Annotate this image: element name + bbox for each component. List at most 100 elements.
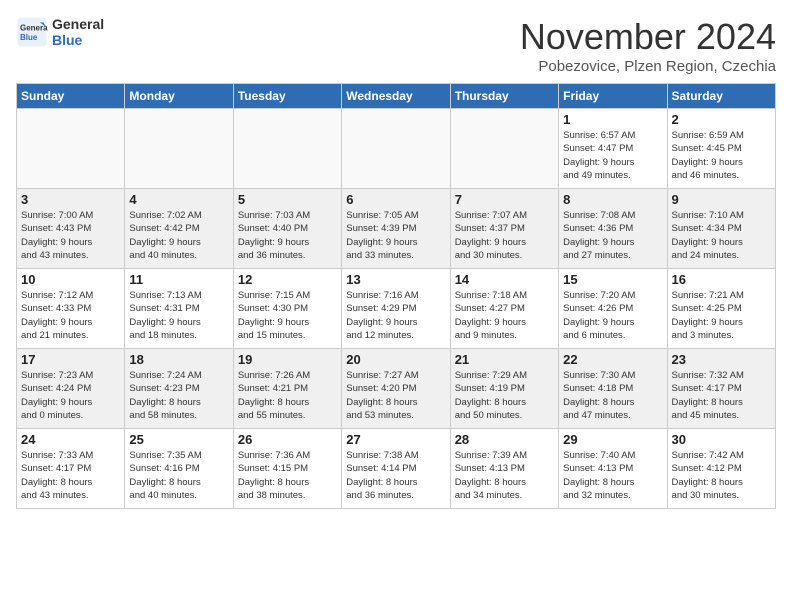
day-number: 10 [21,272,120,287]
day-number: 8 [563,192,662,207]
svg-text:Blue: Blue [20,33,38,42]
day-info: Sunrise: 7:05 AM Sunset: 4:39 PM Dayligh… [346,209,445,262]
logo: General Blue General Blue [16,16,104,48]
day-info: Sunrise: 7:30 AM Sunset: 4:18 PM Dayligh… [563,369,662,422]
calendar-cell: 22 Sunrise: 7:30 AM Sunset: 4:18 PM Dayli… [559,349,667,429]
day-number: 20 [346,352,445,367]
calendar-cell: 16 Sunrise: 7:21 AM Sunset: 4:25 PM Dayli… [667,269,775,349]
day-number: 26 [238,432,337,447]
day-number: 1 [563,112,662,127]
calendar-cell [450,109,558,189]
day-number: 12 [238,272,337,287]
calendar-cell: 29Sunrise: 7:40 AM Sunset: 4:13 PM Dayli… [559,429,667,509]
day-info: Sunrise: 7:10 AM Sunset: 4:34 PM Dayligh… [672,209,771,262]
weekday-header-friday: Friday [559,84,667,109]
day-info: Sunrise: 7:23 AM Sunset: 4:24 PM Dayligh… [21,369,120,422]
day-info: Sunrise: 6:57 AM Sunset: 4:47 PM Dayligh… [563,129,662,182]
calendar-cell: 27Sunrise: 7:38 AM Sunset: 4:14 PM Dayli… [342,429,450,509]
weekday-header-saturday: Saturday [667,84,775,109]
calendar-cell: 28Sunrise: 7:39 AM Sunset: 4:13 PM Dayli… [450,429,558,509]
logo-icon: General Blue [16,16,48,48]
day-info: Sunrise: 7:16 AM Sunset: 4:29 PM Dayligh… [346,289,445,342]
day-info: Sunrise: 7:21 AM Sunset: 4:25 PM Dayligh… [672,289,771,342]
title-block: November 2024 Pobezovice, Plzen Region, … [520,16,776,75]
calendar-cell [17,109,125,189]
weekday-header-sunday: Sunday [17,84,125,109]
calendar-cell: 14 Sunrise: 7:18 AM Sunset: 4:27 PM Dayli… [450,269,558,349]
day-number: 27 [346,432,445,447]
month-title: November 2024 [520,16,776,58]
calendar-cell: 25 Sunrise: 7:35 AM Sunset: 4:16 PM Dayli… [125,429,233,509]
calendar-cell: 13 Sunrise: 7:16 AM Sunset: 4:29 PM Dayli… [342,269,450,349]
day-info: Sunrise: 6:59 AM Sunset: 4:45 PM Dayligh… [672,129,771,182]
day-info: Sunrise: 7:18 AM Sunset: 4:27 PM Dayligh… [455,289,554,342]
header: General Blue General Blue November 2024 … [16,16,776,75]
day-number: 15 [563,272,662,287]
calendar-week-row: 10 Sunrise: 7:12 AM Sunset: 4:33 PM Dayli… [17,269,776,349]
day-number: 25 [129,432,228,447]
day-number: 30 [672,432,771,447]
day-info: Sunrise: 7:03 AM Sunset: 4:40 PM Dayligh… [238,209,337,262]
weekday-header-monday: Monday [125,84,233,109]
day-info: Sunrise: 7:15 AM Sunset: 4:30 PM Dayligh… [238,289,337,342]
calendar-cell: 23Sunrise: 7:32 AM Sunset: 4:17 PM Dayli… [667,349,775,429]
day-info: Sunrise: 7:02 AM Sunset: 4:42 PM Dayligh… [129,209,228,262]
day-info: Sunrise: 7:36 AM Sunset: 4:15 PM Dayligh… [238,449,337,502]
logo-text-general: General [52,16,104,32]
day-info: Sunrise: 7:33 AM Sunset: 4:17 PM Dayligh… [21,449,120,502]
day-number: 5 [238,192,337,207]
weekday-header-thursday: Thursday [450,84,558,109]
calendar-cell: 12 Sunrise: 7:15 AM Sunset: 4:30 PM Dayli… [233,269,341,349]
day-info: Sunrise: 7:08 AM Sunset: 4:36 PM Dayligh… [563,209,662,262]
calendar-cell [125,109,233,189]
calendar-cell [233,109,341,189]
calendar-cell [342,109,450,189]
day-number: 3 [21,192,120,207]
calendar-cell: 18Sunrise: 7:24 AM Sunset: 4:23 PM Dayli… [125,349,233,429]
calendar-week-row: 24 Sunrise: 7:33 AM Sunset: 4:17 PM Dayli… [17,429,776,509]
logo-text-blue: Blue [52,32,104,48]
calendar-cell: 7Sunrise: 7:07 AM Sunset: 4:37 PM Daylig… [450,189,558,269]
calendar-cell: 21 Sunrise: 7:29 AM Sunset: 4:19 PM Dayli… [450,349,558,429]
day-number: 17 [21,352,120,367]
day-number: 24 [21,432,120,447]
calendar-cell: 11 Sunrise: 7:13 AM Sunset: 4:31 PM Dayli… [125,269,233,349]
weekday-header-tuesday: Tuesday [233,84,341,109]
calendar-table: SundayMondayTuesdayWednesdayThursdayFrid… [16,83,776,509]
day-number: 16 [672,272,771,287]
day-number: 13 [346,272,445,287]
day-info: Sunrise: 7:29 AM Sunset: 4:19 PM Dayligh… [455,369,554,422]
weekday-header-wednesday: Wednesday [342,84,450,109]
calendar-cell: 1 Sunrise: 6:57 AM Sunset: 4:47 PM Daylig… [559,109,667,189]
day-number: 21 [455,352,554,367]
calendar-cell: 20Sunrise: 7:27 AM Sunset: 4:20 PM Dayli… [342,349,450,429]
day-info: Sunrise: 7:20 AM Sunset: 4:26 PM Dayligh… [563,289,662,342]
calendar-week-row: 3 Sunrise: 7:00 AM Sunset: 4:43 PM Daylig… [17,189,776,269]
day-info: Sunrise: 7:32 AM Sunset: 4:17 PM Dayligh… [672,369,771,422]
day-number: 29 [563,432,662,447]
day-info: Sunrise: 7:39 AM Sunset: 4:13 PM Dayligh… [455,449,554,502]
day-info: Sunrise: 7:26 AM Sunset: 4:21 PM Dayligh… [238,369,337,422]
calendar-cell: 4Sunrise: 7:02 AM Sunset: 4:42 PM Daylig… [125,189,233,269]
day-info: Sunrise: 7:12 AM Sunset: 4:33 PM Dayligh… [21,289,120,342]
calendar-cell: 3 Sunrise: 7:00 AM Sunset: 4:43 PM Daylig… [17,189,125,269]
day-number: 11 [129,272,228,287]
calendar-week-row: 1 Sunrise: 6:57 AM Sunset: 4:47 PM Daylig… [17,109,776,189]
calendar-cell: 30Sunrise: 7:42 AM Sunset: 4:12 PM Dayli… [667,429,775,509]
day-info: Sunrise: 7:00 AM Sunset: 4:43 PM Dayligh… [21,209,120,262]
day-number: 19 [238,352,337,367]
day-number: 9 [672,192,771,207]
calendar-cell: 2 Sunrise: 6:59 AM Sunset: 4:45 PM Daylig… [667,109,775,189]
day-info: Sunrise: 7:07 AM Sunset: 4:37 PM Dayligh… [455,209,554,262]
day-info: Sunrise: 7:24 AM Sunset: 4:23 PM Dayligh… [129,369,228,422]
calendar-week-row: 17 Sunrise: 7:23 AM Sunset: 4:24 PM Dayli… [17,349,776,429]
day-info: Sunrise: 7:13 AM Sunset: 4:31 PM Dayligh… [129,289,228,342]
calendar-cell: 5 Sunrise: 7:03 AM Sunset: 4:40 PM Daylig… [233,189,341,269]
day-number: 2 [672,112,771,127]
location-subtitle: Pobezovice, Plzen Region, Czechia [520,58,776,75]
calendar-cell: 6Sunrise: 7:05 AM Sunset: 4:39 PM Daylig… [342,189,450,269]
day-info: Sunrise: 7:35 AM Sunset: 4:16 PM Dayligh… [129,449,228,502]
day-number: 14 [455,272,554,287]
day-number: 22 [563,352,662,367]
calendar-cell: 26 Sunrise: 7:36 AM Sunset: 4:15 PM Dayli… [233,429,341,509]
